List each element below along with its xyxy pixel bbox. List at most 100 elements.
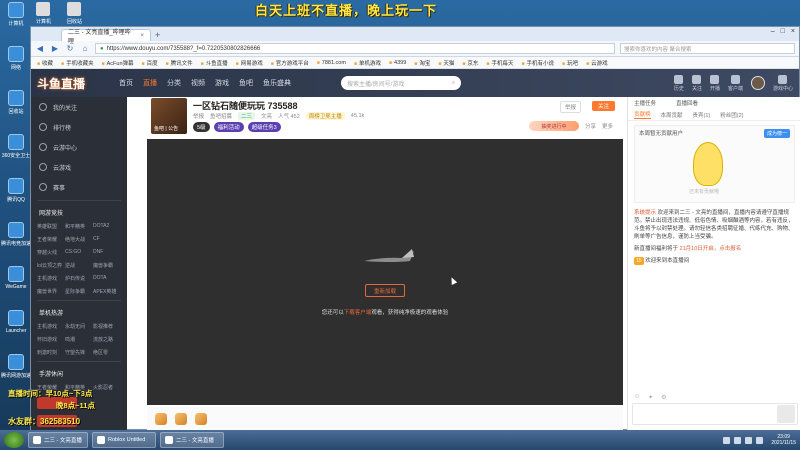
bookmark-item[interactable]: 百度	[142, 59, 158, 67]
sidebar-game-link[interactable]: 守望先锋	[65, 349, 93, 356]
bookmark-item[interactable]: 腾讯文件	[166, 59, 193, 67]
sidebar-item-events[interactable]: 赛事	[31, 177, 127, 197]
start-button[interactable]	[4, 432, 24, 448]
follow-button[interactable]: 关注	[591, 101, 615, 111]
sidebar-game-link[interactable]: CS:GO	[65, 249, 93, 256]
sidebar-game-link[interactable]: 英雄联盟	[37, 223, 65, 230]
browser-search-input[interactable]: 搜索你喜欢的内容 聚合搜索	[620, 43, 795, 54]
sidebar-game-link[interactable]: 魔兽争霸	[93, 262, 121, 269]
sidebar-game-link[interactable]: DNF	[93, 249, 121, 256]
sidebar-game-link[interactable]: 怀旧游戏	[37, 336, 65, 343]
back-icon[interactable]: ◀	[35, 44, 45, 53]
history-button[interactable]: 历史	[674, 74, 684, 92]
sidebar-game-link[interactable]: 刺激时刻	[37, 349, 65, 356]
nav-festival[interactable]: 鱼乐盛典	[263, 78, 291, 88]
desktop-icon-computer[interactable]: 计算机	[2, 2, 30, 42]
tray-icon[interactable]	[734, 436, 742, 444]
url-field[interactable]: ● https://www.douyu.com/735588?_f=0.7220…	[95, 43, 615, 54]
start-live-button[interactable]: 开播	[710, 74, 720, 92]
bookmark-item[interactable]: 官方游戏平台	[271, 59, 309, 67]
gift-icon[interactable]	[175, 413, 187, 425]
sidebar-game-link[interactable]: 王者荣耀	[37, 236, 65, 243]
bookmark-item[interactable]: AcFun弹幕	[102, 59, 134, 67]
bookmark-item[interactable]: 手机有小说	[521, 59, 555, 67]
search-icon[interactable]: ⌕	[452, 80, 455, 87]
avatar[interactable]	[750, 76, 765, 90]
task-pill[interactable]: 超级任务3	[247, 122, 281, 132]
network-icon[interactable]	[756, 436, 764, 444]
sidebar-game-link[interactable]: 主机游戏	[37, 275, 65, 282]
minimize-icon[interactable]: –	[771, 28, 775, 35]
replay-link[interactable]: 直播回看	[676, 99, 698, 107]
emoji-icon[interactable]: ☺	[634, 394, 640, 401]
sidebar-game-link[interactable]: 和平精英	[65, 223, 93, 230]
clock[interactable]: 23:09 2021/11/15	[771, 434, 796, 446]
chat-input[interactable]	[632, 403, 798, 425]
bookmark-item[interactable]: 手机每天	[486, 59, 513, 67]
sidebar-game-link[interactable]: 绝区零	[93, 349, 121, 356]
report-button[interactable]: 举报	[559, 101, 581, 113]
bookmark-item[interactable]: 4399	[389, 60, 406, 66]
yuba-link[interactable]: 鱼吧招募	[210, 112, 232, 120]
notice-link[interactable]: 21月10日开启，点击报名	[680, 246, 742, 252]
bookmark-item[interactable]: 收藏	[37, 59, 53, 67]
more-button[interactable]: 更多	[602, 122, 613, 130]
sidebar-game-link[interactable]: lol云顶之弈	[37, 262, 65, 269]
sidebar-game-link[interactable]: 主机游戏	[37, 323, 65, 330]
desktop-icon-wegame[interactable]: WeGame	[2, 266, 30, 306]
sidebar-game-link[interactable]: CF	[93, 236, 121, 243]
activity-pill[interactable]: 福利活动	[213, 122, 244, 132]
tray-icon[interactable]	[723, 436, 731, 444]
desktop-icon-qq[interactable]: 腾讯QQ	[2, 178, 30, 218]
bookmark-item[interactable]: 京东	[462, 59, 478, 67]
sidebar-game-link[interactable]: DOTA2	[93, 223, 121, 230]
reload-stream-button[interactable]: 重新加载	[365, 284, 405, 297]
sidebar-game-link[interactable]: 逆战	[65, 262, 93, 269]
taskbar-item[interactable]: 二三 - 文亮直播	[28, 432, 88, 448]
desktop-icon-360[interactable]: 360安全卫士	[2, 134, 30, 174]
sidebar-game-link[interactable]: DOTA	[93, 275, 121, 282]
sidebar-game-link[interactable]: 魔兽世界	[37, 288, 65, 295]
game-center-button[interactable]: 游戏中心	[773, 74, 793, 92]
bookmark-item[interactable]: 云游戏	[586, 59, 608, 67]
client-button[interactable]: 客户端	[728, 74, 743, 92]
desktop-icon-recycle-top[interactable]: 回收站	[67, 2, 82, 25]
reload-icon[interactable]: ↻	[65, 44, 75, 53]
tab-fans[interactable]: 粉丝团(2)	[720, 111, 743, 119]
desktop-icon-computer-top[interactable]: 计算机	[36, 2, 51, 25]
nav-yuba[interactable]: 鱼吧	[239, 78, 253, 88]
new-tab-icon[interactable]: +	[155, 29, 160, 41]
nav-home[interactable]: 首页	[119, 78, 133, 88]
sidebar-game-link[interactable]: 绝地大战	[65, 236, 93, 243]
streamer-avatar[interactable]: 鱼吧 | 公告	[151, 98, 187, 134]
maximize-icon[interactable]: □	[781, 28, 785, 35]
streamer-name[interactable]: 文亮	[261, 112, 272, 120]
share-button[interactable]: 分享	[585, 122, 596, 130]
taskbar-item[interactable]: Roblox Untitled	[92, 432, 156, 448]
become-top-button[interactable]: 成为榜一	[763, 129, 790, 138]
sidebar-game-link[interactable]: 穿越火线	[37, 249, 65, 256]
bookmark-item[interactable]: 手机收藏夹	[61, 59, 94, 67]
forward-icon[interactable]: ▶	[50, 44, 60, 53]
site-logo[interactable]: 斗鱼直播	[37, 75, 109, 92]
send-button[interactable]	[777, 405, 795, 423]
desktop-icon-booster[interactable]: 腾讯电竞加速	[1, 222, 31, 262]
gift-icon[interactable]: ✦	[648, 394, 653, 401]
nav-games[interactable]: 游戏	[215, 78, 229, 88]
download-client-link[interactable]: 下载客户端	[344, 310, 372, 316]
streamer-task-link[interactable]: 主播任务	[634, 99, 656, 107]
sidebar-game-link[interactable]: 火影忍者	[93, 384, 121, 391]
bookmark-item[interactable]: 单机游戏	[354, 59, 381, 67]
tab-vip[interactable]: 贵宾(1)	[693, 111, 711, 119]
nav-video[interactable]: 视频	[191, 78, 205, 88]
browser-tab[interactable]: 二三 - 文亮直播_哔哩哔哩 ×	[61, 29, 151, 45]
sidebar-item-cloud-game[interactable]: 云游戏	[31, 157, 127, 177]
bookmark-item[interactable]: 7881.com	[317, 60, 346, 66]
taskbar-item[interactable]: 二三 - 文亮直播	[160, 432, 224, 448]
gift-icon[interactable]	[195, 413, 207, 425]
sidebar-game-link[interactable]: 影视推荐	[93, 323, 121, 330]
sidebar-game-link[interactable]: 永劫无间	[65, 323, 93, 330]
volume-icon[interactable]	[745, 436, 753, 444]
tab-contribution[interactable]: 贡献榜	[634, 110, 651, 119]
bookmark-item[interactable]: 网易游戏	[236, 59, 263, 67]
